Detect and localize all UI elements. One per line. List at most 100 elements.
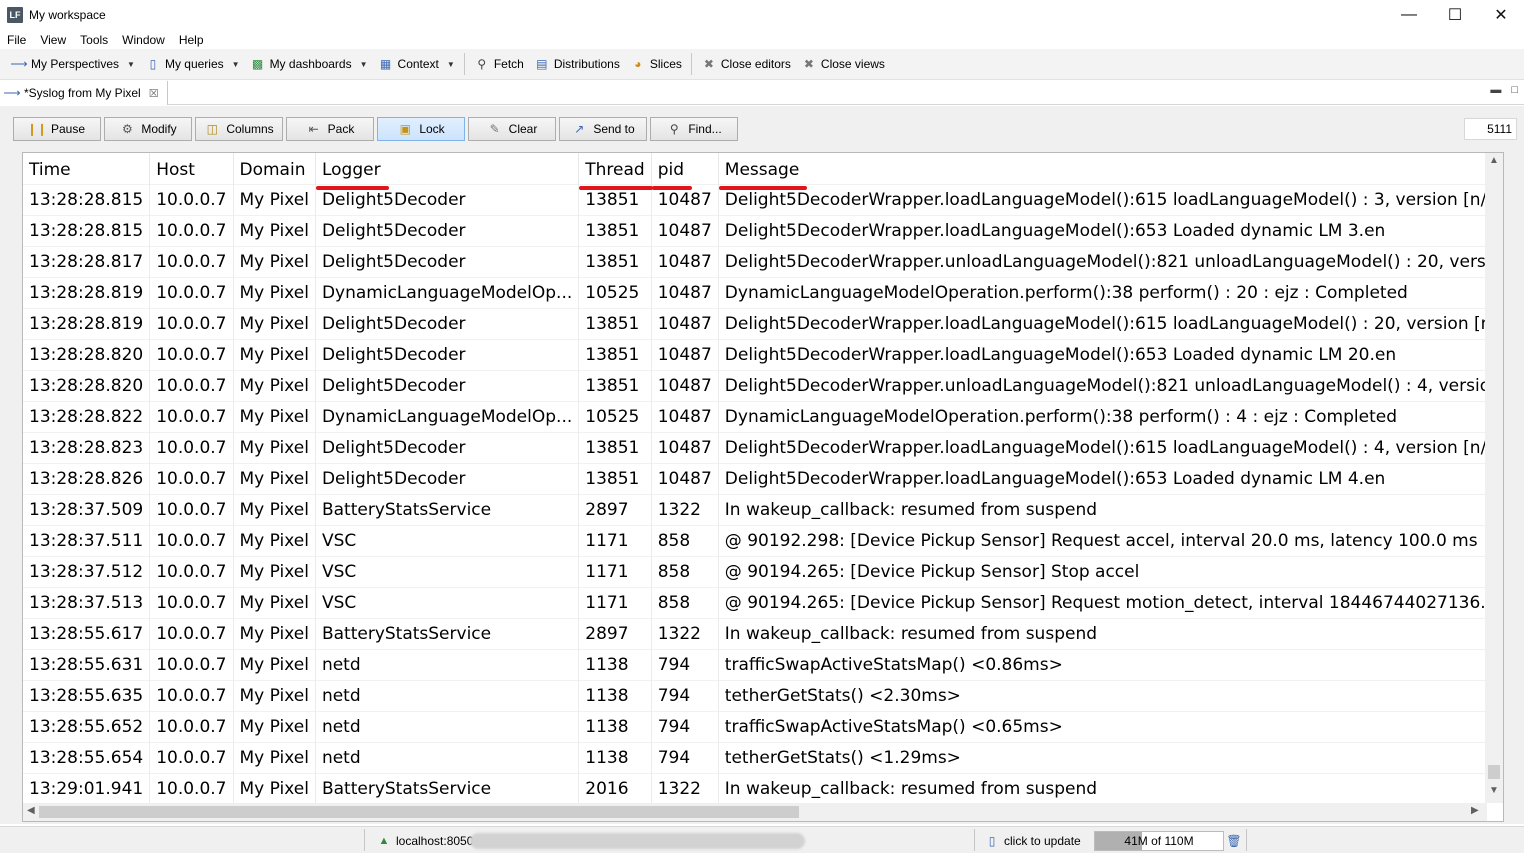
vertical-scrollbar[interactable]: ▲ ▼ [1485,153,1503,803]
column-header-host[interactable]: Host [149,153,234,184]
my-perspectives-button[interactable]: ⟶ My Perspectives ▼ [6,52,140,76]
cell-domain: My Pixel [233,648,316,680]
column-header-thread[interactable]: Thread [578,153,653,191]
garbage-collect-button[interactable]: 🗑 [1226,827,1246,853]
horizontal-scrollbar[interactable]: ◀ ▶ [23,803,1487,821]
table-row[interactable]: 13:28:28.820 10.0.0.7 My Pixel Delight5Deco… [23,338,1503,370]
send-to-button[interactable]: ↗ Send to [559,117,647,141]
table-row[interactable]: 13:28:55.654 10.0.0.7 My Pixel netd 1138 794 t… [23,741,1503,773]
table-row[interactable]: 13:28:37.509 10.0.0.7 My Pixel BatteryStats… [23,493,1503,525]
table-row[interactable]: 13:28:28.815 10.0.0.7 My Pixel Delight5Deco… [23,214,1503,246]
table-row[interactable]: 13:28:37.512 10.0.0.7 My Pixel VSC 1171 858 @ … [23,555,1503,587]
cell-thread: 1138 [578,741,652,773]
column-header-pid[interactable]: pid [651,153,719,191]
lock-button[interactable]: ▣ Lock [377,117,465,141]
clear-button[interactable]: ✎ Clear [468,117,556,141]
cell-time: 13:28:28.820 [23,369,151,401]
column-header-logger[interactable]: Logger [315,153,580,191]
table-row[interactable]: 13:28:28.823 10.0.0.7 My Pixel Delight5Deco… [23,431,1503,463]
minimize-icon[interactable]: — [1386,0,1432,30]
menu-tools[interactable]: Tools [73,33,115,47]
table-row[interactable]: 13:28:28.819 10.0.0.7 My Pixel DynamicLangu… [23,276,1503,308]
minimize-view-icon[interactable]: ▬ [1490,84,1501,96]
cell-message: trafficSwapActiveStatsMap() <0.86ms> [718,648,1503,680]
maximize-view-icon[interactable]: □ [1511,84,1518,96]
table-row[interactable]: 13:28:28.817 10.0.0.7 My Pixel Delight5Deco… [23,245,1503,277]
pause-icon: ❙❙ [26,122,48,136]
cell-logger: Delight5Decoder [315,431,580,463]
column-header-label: Domain [239,160,306,181]
distributions-button[interactable]: ▤ Distributions [529,52,625,76]
close-views-button[interactable]: ✖ Close views [796,52,890,76]
close-editors-button[interactable]: ✖ Close editors [696,52,796,76]
heap-status[interactable]: 41M of 110M [1094,831,1224,851]
table-row[interactable]: 13:28:28.822 10.0.0.7 My Pixel DynamicLangu… [23,400,1503,432]
cell-thread: 10525 [578,400,652,432]
cell-host: 10.0.0.7 [149,431,234,463]
cell-host: 10.0.0.7 [149,307,234,339]
chevron-down-icon[interactable]: ▼ [127,60,135,69]
chevron-down-icon[interactable]: ▼ [360,60,368,69]
find-button[interactable]: ⚲ Find... [650,117,738,141]
main-toolbar: ⟶ My Perspectives ▼ ▯ My queries ▼ ▩ My … [0,49,1524,80]
menu-help[interactable]: Help [172,33,211,47]
cell-pid: 10487 [651,245,719,277]
column-header-message[interactable]: Message [718,153,1503,191]
cell-domain: My Pixel [233,772,316,804]
chevron-down-icon[interactable]: ▼ [447,60,455,69]
cell-message: @ 90194.265: [Device Pickup Sensor] Stop… [718,555,1503,587]
my-queries-button[interactable]: ▯ My queries ▼ [140,52,245,76]
vertical-scroll-thumb[interactable] [1488,765,1500,779]
tab-close-icon[interactable]: ☒ [149,87,159,100]
clear-label: Clear [508,122,538,136]
menu-view[interactable]: View [33,33,73,47]
columns-icon: ◫ [206,122,218,136]
close-icon[interactable]: ✕ [1478,0,1524,30]
cell-thread: 1171 [578,524,652,556]
table-row[interactable]: 13:28:55.631 10.0.0.7 My Pixel netd 1138 794 t… [23,648,1503,680]
menu-file[interactable]: File [0,33,33,47]
columns-button[interactable]: ◫ Columns [195,117,283,141]
cell-time: 13:28:55.631 [23,648,151,680]
my-dashboards-button[interactable]: ▩ My dashboards ▼ [245,52,373,76]
columns-label: Columns [226,122,274,136]
table-row[interactable]: 13:29:01.941 10.0.0.7 My Pixel BatteryStats… [23,772,1503,804]
table-row[interactable]: 13:28:37.513 10.0.0.7 My Pixel VSC 1171 858 @ … [23,586,1503,618]
scroll-up-icon[interactable]: ▲ [1489,155,1499,166]
modify-button[interactable]: ⚙ Modify [104,117,192,141]
context-button[interactable]: ▦ Context ▼ [373,52,460,76]
chevron-down-icon[interactable]: ▼ [232,60,240,69]
syslog-icon: ⟶ [3,86,21,100]
column-header-time[interactable]: Time [23,153,151,184]
scroll-left-icon[interactable]: ◀ [27,805,35,816]
context-icon: ▦ [379,57,392,71]
column-header-label: Logger [315,160,389,191]
menu-window[interactable]: Window [115,33,172,47]
pack-button[interactable]: ⇤ Pack [286,117,374,141]
cell-domain: My Pixel [233,741,316,773]
cell-thread: 13851 [578,307,652,339]
table-row[interactable]: 13:28:28.826 10.0.0.7 My Pixel Delight5Deco… [23,462,1503,494]
table-row[interactable]: 13:28:55.652 10.0.0.7 My Pixel netd 1138 794 t… [23,710,1503,742]
update-status[interactable]: ▯ click to update [984,827,1081,853]
pause-button[interactable]: ❙❙ Pause [13,117,101,141]
table-row[interactable]: 13:28:55.635 10.0.0.7 My Pixel netd 1138 794 t… [23,679,1503,711]
modify-label: Modify [141,122,177,136]
table-row[interactable]: 13:28:28.820 10.0.0.7 My Pixel Delight5Deco… [23,369,1503,401]
bar-chart-icon: ▤ [536,57,548,71]
maximize-icon[interactable]: ☐ [1432,0,1478,30]
scroll-down-icon[interactable]: ▼ [1489,785,1499,796]
slices-button[interactable]: ◕ Slices [625,52,687,76]
cell-thread: 10525 [578,276,652,308]
pause-label: Pause [50,122,86,136]
table-row[interactable]: 13:28:37.511 10.0.0.7 My Pixel VSC 1171 858 @ … [23,524,1503,556]
fetch-button[interactable]: ⚲ Fetch [469,52,529,76]
table-row[interactable]: 13:28:28.819 10.0.0.7 My Pixel Delight5Deco… [23,307,1503,339]
tab-syslog[interactable]: ⟶ *Syslog from My Pixel ☒ [0,81,168,105]
column-header-domain[interactable]: Domain [233,153,316,184]
scroll-right-icon[interactable]: ▶ [1471,805,1479,816]
column-header-label: Thread [579,160,653,191]
gear-icon: ⚙ [121,122,133,136]
horizontal-scroll-thumb[interactable] [39,806,799,818]
table-row[interactable]: 13:28:55.617 10.0.0.7 My Pixel BatteryStats… [23,617,1503,649]
